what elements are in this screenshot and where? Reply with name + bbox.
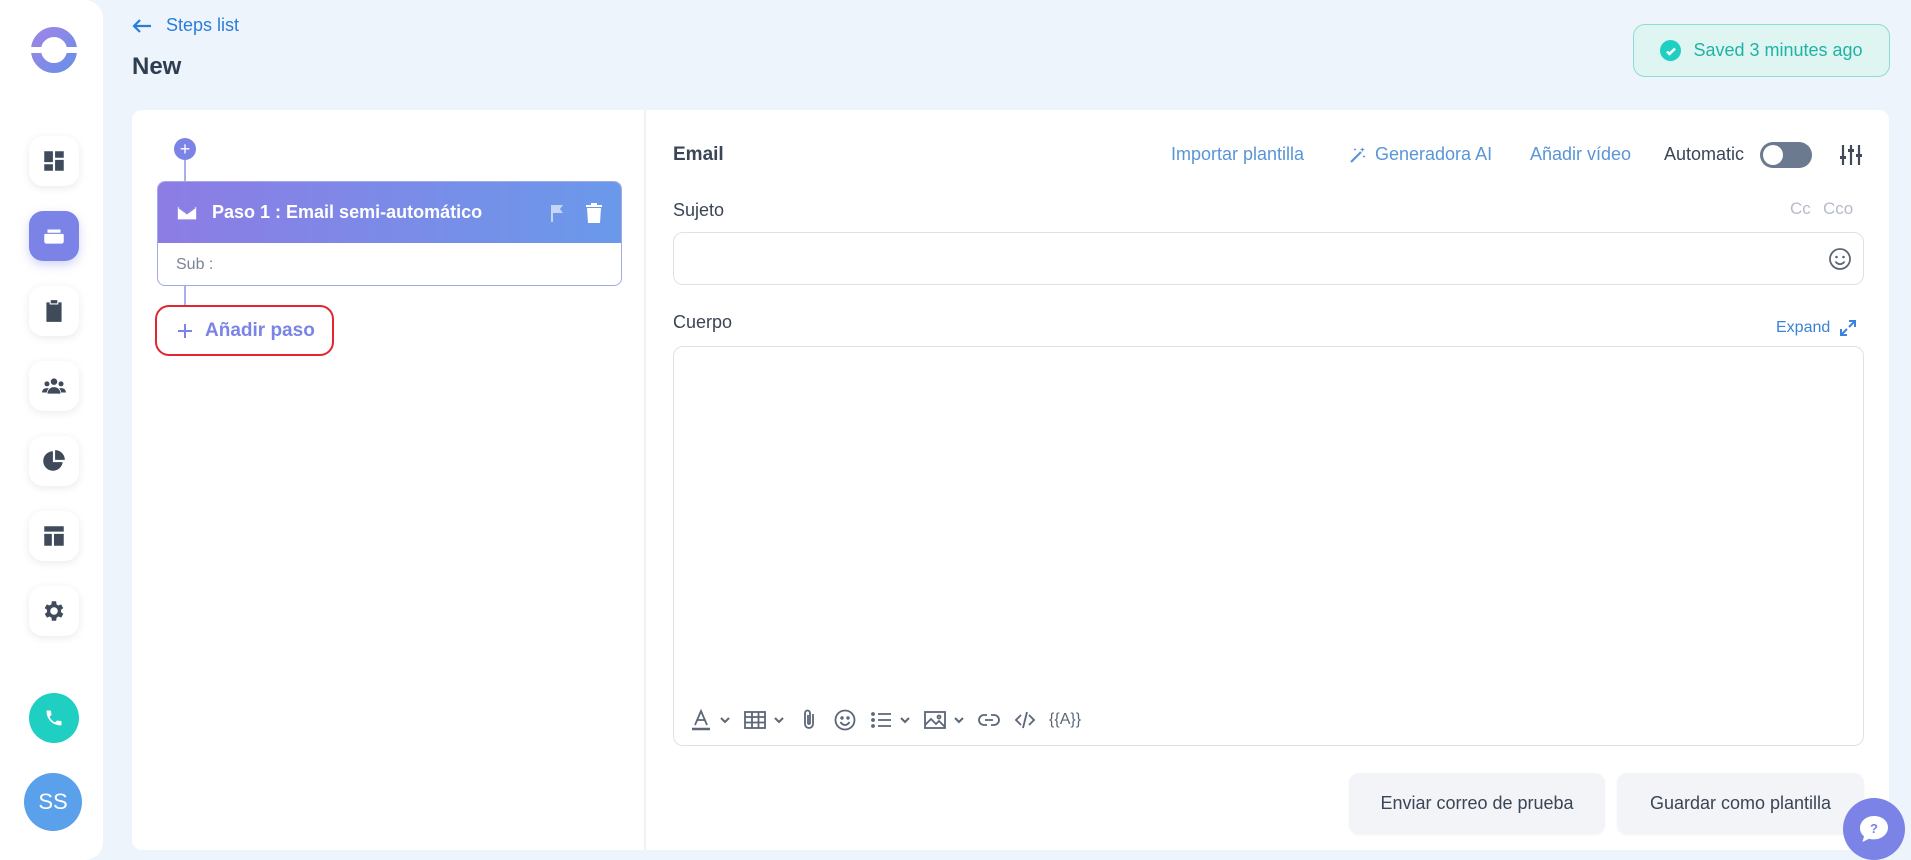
emoji-icon[interactable] bbox=[1828, 247, 1852, 271]
sequences-icon bbox=[44, 229, 64, 244]
add-step-button[interactable]: Añadir paso bbox=[155, 305, 334, 356]
page-title: New bbox=[132, 53, 182, 80]
column-divider bbox=[644, 110, 646, 850]
settings-icon bbox=[44, 601, 64, 621]
paperclip-icon bbox=[804, 709, 814, 729]
insert-step-above-button[interactable]: + bbox=[174, 138, 196, 160]
body-label: Cuerpo bbox=[673, 312, 733, 332]
nav-templates[interactable] bbox=[29, 511, 79, 561]
editor-title: Email bbox=[673, 144, 724, 165]
automatic-toggle[interactable] bbox=[1760, 142, 1812, 168]
app-logo[interactable] bbox=[30, 26, 78, 74]
variables-label: {{A}} bbox=[1049, 711, 1082, 728]
magic-wand-icon bbox=[1350, 146, 1366, 163]
chevron-down-icon bbox=[900, 717, 910, 724]
reports-icon bbox=[43, 450, 65, 471]
nav-reports[interactable] bbox=[29, 436, 79, 486]
ai-generator-label: Generadora AI bbox=[1375, 144, 1493, 164]
add-video-link[interactable]: Añadir vídeo bbox=[1530, 144, 1631, 165]
check-circle-icon bbox=[1660, 40, 1682, 61]
send-test-email-button[interactable]: Enviar correo de prueba bbox=[1349, 773, 1605, 834]
attachment-button[interactable] bbox=[797, 705, 821, 735]
automatic-label: Automatic bbox=[1664, 144, 1745, 164]
editor-toolbar: {{A}} bbox=[689, 705, 1093, 735]
help-chat-button[interactable]: ? bbox=[1843, 798, 1905, 860]
body-editor[interactable]: {{A}} bbox=[673, 346, 1864, 746]
expand-button[interactable]: Expand bbox=[1776, 319, 1857, 337]
user-avatar[interactable]: SS bbox=[24, 773, 82, 831]
nav-settings[interactable] bbox=[29, 586, 79, 636]
bcc-toggle[interactable]: Cco bbox=[1823, 199, 1853, 219]
step-card[interactable]: Paso 1 : Email semi-automático Sub : bbox=[157, 181, 622, 286]
connector-line bbox=[184, 160, 186, 182]
step-subject: Sub : bbox=[176, 256, 214, 273]
automatic-wrap: Automatic bbox=[1664, 144, 1744, 165]
contacts-icon bbox=[42, 378, 66, 394]
add-step-label: Añadir paso bbox=[205, 319, 315, 341]
step-title: Paso 1 : Email semi-automático bbox=[212, 202, 483, 222]
flag-icon[interactable] bbox=[549, 204, 565, 222]
table-button[interactable] bbox=[743, 705, 785, 735]
phone-button[interactable] bbox=[29, 693, 79, 743]
emoji-button[interactable] bbox=[833, 705, 857, 735]
expand-label: Expand bbox=[1776, 319, 1831, 336]
save-as-template-button[interactable]: Guardar como plantilla bbox=[1617, 773, 1864, 834]
subject-label: Sujeto bbox=[673, 200, 725, 220]
plus-icon bbox=[178, 323, 192, 338]
phone-icon bbox=[46, 710, 62, 726]
back-link-label: Steps list bbox=[166, 15, 240, 35]
clipboard-icon bbox=[46, 300, 62, 322]
add-video-wrap: Añadir vídeo bbox=[1530, 144, 1631, 165]
link-button[interactable] bbox=[977, 705, 1001, 735]
sliders-icon[interactable] bbox=[1839, 144, 1863, 166]
arrow-left-icon bbox=[132, 18, 151, 33]
bullet-list-icon bbox=[871, 712, 891, 728]
subject-input[interactable] bbox=[673, 232, 1864, 285]
chevron-down-icon bbox=[954, 717, 964, 724]
svg-text:?: ? bbox=[1870, 821, 1878, 836]
main-panel: + Paso 1 : Email semi-automático Sub : A… bbox=[132, 110, 1889, 850]
sidebar: SS bbox=[0, 0, 103, 860]
variables-button[interactable]: {{A}} bbox=[1049, 705, 1081, 735]
emoji-icon bbox=[834, 709, 856, 731]
text-color-button[interactable] bbox=[689, 705, 731, 735]
nav-contacts[interactable] bbox=[29, 361, 79, 411]
code-button[interactable] bbox=[1013, 705, 1037, 735]
image-icon bbox=[924, 711, 946, 729]
cc-toggle[interactable]: Cc bbox=[1790, 199, 1811, 219]
step-header: Paso 1 : Email semi-automático bbox=[158, 182, 621, 243]
code-icon bbox=[1014, 711, 1036, 729]
back-to-steps-link[interactable]: Steps list bbox=[132, 15, 239, 36]
trash-icon[interactable] bbox=[585, 202, 603, 223]
table-icon bbox=[744, 711, 766, 729]
saved-status-text: Saved 3 minutes ago bbox=[1693, 40, 1863, 60]
connector-line bbox=[184, 286, 186, 306]
link-icon bbox=[978, 714, 1000, 726]
list-button[interactable] bbox=[869, 705, 911, 735]
ai-generator-link[interactable]: Generadora AI bbox=[1349, 144, 1492, 165]
image-button[interactable] bbox=[923, 705, 965, 735]
nav-tasks[interactable] bbox=[29, 286, 79, 336]
saved-status-badge: Saved 3 minutes ago bbox=[1633, 24, 1890, 77]
chevron-down-icon bbox=[774, 717, 784, 724]
import-template-link[interactable]: Importar plantilla bbox=[1171, 144, 1304, 165]
mail-icon bbox=[177, 206, 197, 219]
nav-dashboard[interactable] bbox=[29, 136, 79, 186]
text-color-icon bbox=[692, 708, 710, 731]
import-template-wrap: Importar plantilla bbox=[1171, 144, 1304, 165]
help-chat-icon: ? bbox=[1860, 816, 1888, 842]
expand-icon bbox=[1840, 320, 1857, 336]
chevron-down-icon bbox=[720, 717, 730, 724]
dashboard-icon bbox=[44, 151, 64, 171]
nav-sequences[interactable] bbox=[29, 211, 79, 261]
templates-icon bbox=[44, 526, 64, 546]
